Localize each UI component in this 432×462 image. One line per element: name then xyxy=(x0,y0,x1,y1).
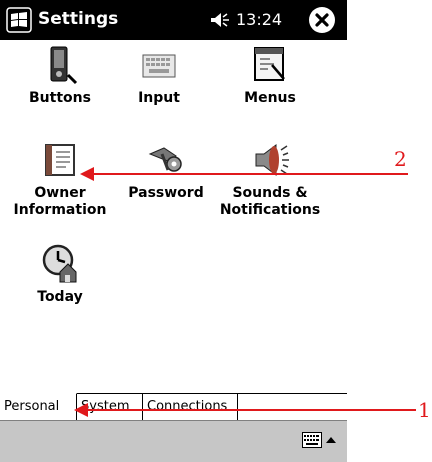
settings-item-label: Menus xyxy=(244,90,296,106)
settings-item-label: Owner Information xyxy=(13,185,107,218)
close-button[interactable] xyxy=(309,7,335,33)
chevron-up-icon[interactable] xyxy=(326,436,336,444)
close-icon xyxy=(315,13,329,27)
settings-item-owner-information[interactable]: Owner Information xyxy=(0,140,120,219)
settings-item-sounds-notifications[interactable]: Sounds & Notifications xyxy=(210,140,330,219)
buttons-icon xyxy=(50,46,78,85)
app-title: Settings xyxy=(38,9,119,29)
windows-start-icon[interactable] xyxy=(6,7,32,33)
tab-personal[interactable]: Personal xyxy=(0,393,77,420)
callout-number-1: 1 xyxy=(418,398,431,422)
keyboard-icon[interactable] xyxy=(302,432,322,448)
pocket-pc-screen: Settings 13:24 Buttons Input Menus Owner… xyxy=(0,0,347,462)
command-bar xyxy=(0,420,347,462)
settings-item-label: Today xyxy=(37,289,83,305)
callout-arrowhead-1 xyxy=(74,403,88,417)
callout-line-1 xyxy=(86,409,416,411)
tab-connections[interactable]: Connections xyxy=(143,393,238,420)
owner-information-icon xyxy=(45,144,75,176)
settings-item-menus[interactable]: Menus xyxy=(210,45,330,107)
settings-item-label: Password xyxy=(128,185,204,201)
settings-item-today[interactable]: Today xyxy=(0,244,120,306)
keyboard-icon xyxy=(142,54,176,78)
title-bar: Settings 13:24 xyxy=(0,0,347,40)
settings-item-label: Sounds & Notifications xyxy=(219,185,321,218)
clock[interactable]: 13:24 xyxy=(236,10,282,29)
settings-item-password[interactable]: Password xyxy=(106,140,226,202)
menus-icon xyxy=(254,47,285,81)
callout-arrowhead-2 xyxy=(80,167,94,181)
settings-item-input[interactable]: Input xyxy=(99,45,219,107)
tab-bar: Personal System Connections xyxy=(0,393,347,421)
settings-item-label: Input xyxy=(138,90,180,106)
today-clock-icon xyxy=(42,244,77,283)
speaker-icon[interactable] xyxy=(210,11,230,29)
callout-number-2: 2 xyxy=(394,147,407,171)
callout-line-2 xyxy=(92,173,408,175)
